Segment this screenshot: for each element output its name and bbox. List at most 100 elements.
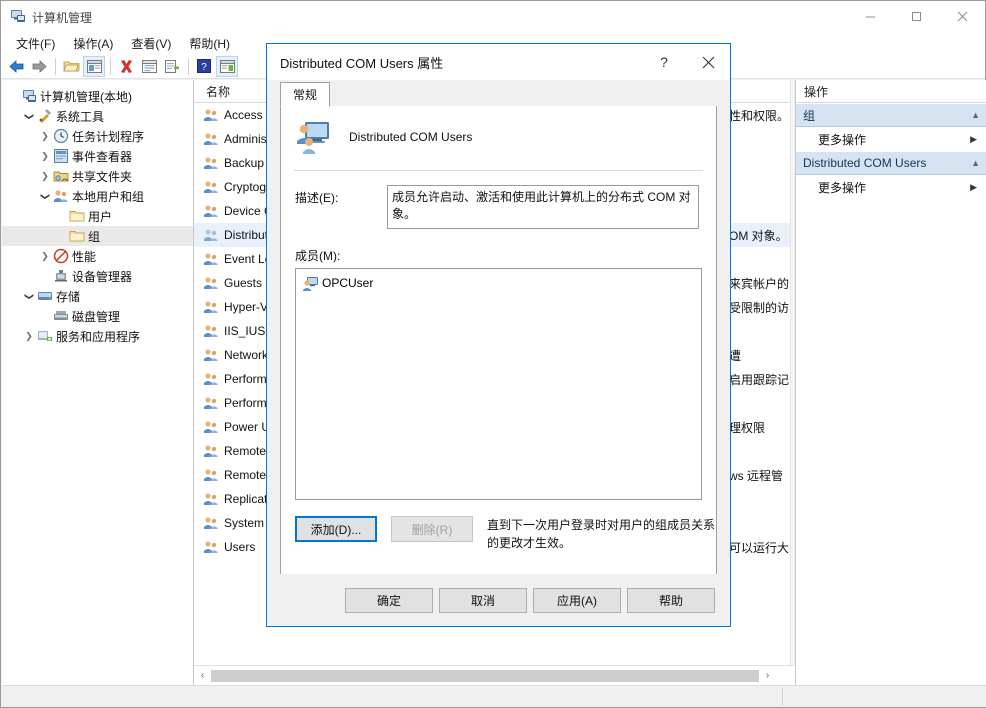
group-icon xyxy=(202,539,220,555)
show-action-pane-icon[interactable] xyxy=(216,56,238,77)
chevron-right-icon[interactable]: ❯ xyxy=(38,151,52,162)
menu-action[interactable]: 操作(A) xyxy=(64,33,122,54)
tree-item-11[interactable]: 磁盘管理 xyxy=(2,306,193,326)
group-icon xyxy=(202,323,220,339)
chevron-up-icon[interactable]: ▲ xyxy=(971,110,980,120)
group-description-cell: ws 远程管 xyxy=(729,467,783,484)
help-icon[interactable]: ? xyxy=(193,56,215,77)
dialog-help-button[interactable]: ? xyxy=(642,44,686,80)
group-description-cell: 来宾帐户的 xyxy=(729,275,789,292)
scroll-left-button[interactable]: ‹ xyxy=(194,667,211,684)
chevron-right-icon[interactable]: ❯ xyxy=(38,251,52,262)
dialog-close-button[interactable] xyxy=(686,44,730,80)
apply-button[interactable]: 应用(A) xyxy=(533,588,621,613)
description-row: 描述(E): 成员允许启动、激活和使用此计算机上的分布式 COM 对象。 xyxy=(281,171,716,229)
tree-item-2[interactable]: ❯ 任务计划程序 xyxy=(2,126,193,146)
add-button[interactable]: 添加(D)... xyxy=(295,516,377,542)
group-icon xyxy=(202,443,220,459)
help-button[interactable]: 帮助 xyxy=(627,588,715,613)
chevron-up-icon[interactable]: ▲ xyxy=(971,158,980,168)
actions-group-title: 组 xyxy=(803,107,971,124)
properties-icon[interactable] xyxy=(138,56,160,77)
chevron-right-icon[interactable]: ❯ xyxy=(38,131,52,142)
forward-icon[interactable] xyxy=(28,56,50,77)
tree-item-12[interactable]: ❯服务和应用程序 xyxy=(2,326,193,346)
member-name: OPCUser xyxy=(322,276,373,290)
disk-icon xyxy=(52,308,69,324)
svg-text:?: ? xyxy=(201,62,207,73)
export-list-icon[interactable] xyxy=(161,56,183,77)
minimize-button[interactable] xyxy=(847,1,893,32)
tree-item-label: 组 xyxy=(88,228,100,245)
tree-item-label: 磁盘管理 xyxy=(72,308,120,325)
chevron-down-icon[interactable]: ❯ xyxy=(24,289,35,303)
action-item-label: 更多操作 xyxy=(818,131,970,148)
list-vertical-scrollbar[interactable] xyxy=(790,80,794,687)
tab-general[interactable]: 常规 xyxy=(280,82,330,107)
action-item-more-actions-distributed-com-users[interactable]: 更多操作 ▶ xyxy=(796,175,986,199)
members-hint-text: 直到下一次用户登录时对用户的组成员关系的更改才生效。 xyxy=(473,516,716,552)
menu-help[interactable]: 帮助(H) xyxy=(180,33,239,54)
up-folder-icon[interactable] xyxy=(60,56,82,77)
chevron-down-icon[interactable]: ❯ xyxy=(24,109,35,123)
group-icon xyxy=(202,179,220,195)
description-input[interactable]: 成员允许启动、激活和使用此计算机上的分布式 COM 对象。 xyxy=(387,185,699,229)
services-icon xyxy=(36,328,53,344)
chevron-right-icon[interactable]: ❯ xyxy=(38,171,52,182)
actions-group-title: Distributed COM Users xyxy=(803,156,971,170)
actions-group-header-groups[interactable]: 组 ▲ xyxy=(796,103,986,127)
group-icon xyxy=(202,371,220,387)
tree-item-4[interactable]: ❯共享文件夹 xyxy=(2,166,193,186)
toolbar-separator-1 xyxy=(55,58,56,75)
group-icon xyxy=(202,155,220,171)
tree-item-7[interactable]: 组 xyxy=(2,226,193,246)
tree-item-label: 任务计划程序 xyxy=(72,128,144,145)
horizontal-scrollbar[interactable]: ‹ › xyxy=(194,665,795,685)
chevron-right-icon: ▶ xyxy=(970,182,977,193)
member-list-item[interactable]: OPCUser xyxy=(296,273,701,293)
group-icon xyxy=(202,491,220,507)
members-listbox[interactable]: OPCUser xyxy=(295,268,702,500)
group-large-icon xyxy=(295,120,331,154)
back-icon[interactable] xyxy=(5,56,27,77)
ok-button[interactable]: 确定 xyxy=(345,588,433,613)
status-bar xyxy=(2,685,986,707)
menu-file[interactable]: 文件(F) xyxy=(7,33,64,54)
close-button[interactable] xyxy=(939,1,985,32)
tree-item-9[interactable]: 设备管理器 xyxy=(2,266,193,286)
chevron-down-icon[interactable]: ❯ xyxy=(40,189,51,203)
shared-folder-icon xyxy=(52,168,69,184)
tree-item-6[interactable]: 用户 xyxy=(2,206,193,226)
group-icon xyxy=(202,203,220,219)
tree-item-10[interactable]: ❯存储 xyxy=(2,286,193,306)
maximize-button[interactable] xyxy=(893,1,939,32)
group-icon xyxy=(202,275,220,291)
group-icon xyxy=(202,107,220,123)
scroll-right-button[interactable]: › xyxy=(759,667,776,684)
window-controls xyxy=(847,1,985,32)
delete-icon[interactable] xyxy=(115,56,137,77)
tree-item-1[interactable]: ❯ 系统工具 xyxy=(2,106,193,126)
menu-view[interactable]: 查看(V) xyxy=(122,33,180,54)
group-icon xyxy=(202,251,220,267)
tree-item-label: 用户 xyxy=(88,208,112,225)
actions-group-header-distributed-com-users[interactable]: Distributed COM Users ▲ xyxy=(796,151,986,175)
group-icon xyxy=(202,299,220,315)
description-label: 描述(E): xyxy=(295,185,387,229)
action-item-more-actions-groups[interactable]: 更多操作 ▶ xyxy=(796,127,986,151)
group-description-cell: 启用跟踪记 xyxy=(729,371,789,388)
user-icon xyxy=(302,275,319,291)
tree-item-0[interactable]: 计算机管理(本地) xyxy=(2,86,193,106)
scrollbar-thumb[interactable] xyxy=(211,670,759,682)
tree-item-3[interactable]: ❯事件查看器 xyxy=(2,146,193,166)
tree-item-label: 系统工具 xyxy=(56,108,104,125)
group-icon xyxy=(202,515,220,531)
tree-item-8[interactable]: ❯性能 xyxy=(2,246,193,266)
chevron-right-icon[interactable]: ❯ xyxy=(22,331,36,342)
group-description-cell: 性和权限。 xyxy=(729,107,789,124)
group-icon xyxy=(202,419,220,435)
show-hide-console-tree-icon[interactable] xyxy=(83,56,105,77)
performance-icon xyxy=(52,248,69,264)
tree-item-5[interactable]: ❯本地用户和组 xyxy=(2,186,193,206)
cancel-button[interactable]: 取消 xyxy=(439,588,527,613)
